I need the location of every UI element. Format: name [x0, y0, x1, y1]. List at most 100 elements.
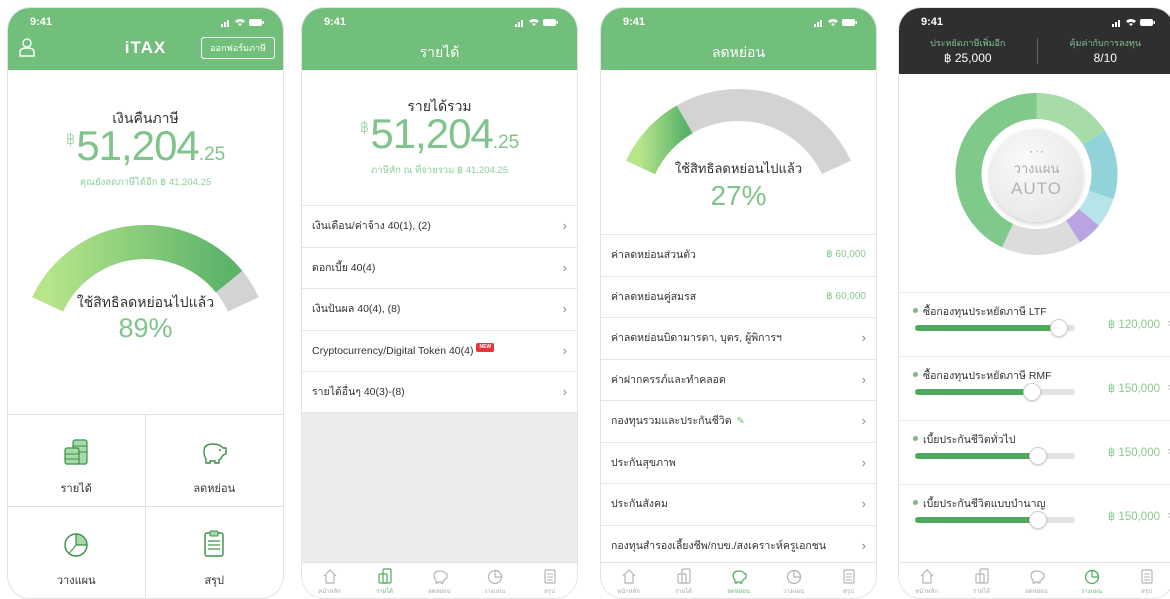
- deduction-item[interactable]: ค่าลดหย่อนส่วนตัว ฿ 60,000: [601, 234, 876, 276]
- slider-label: เบี้ยประกันชีวิตทั่วไป: [913, 431, 1016, 448]
- coins-icon: [974, 568, 989, 584]
- income-item-interest[interactable]: ดอกเบี้ย 40(4) ›: [302, 246, 577, 288]
- income-item-other[interactable]: รายได้อื่นๆ 40(3)-(8) ›: [302, 371, 577, 413]
- tab-clipboard[interactable]: สรุป: [522, 563, 577, 598]
- slider-handle[interactable]: [1029, 447, 1048, 465]
- slider-handle[interactable]: [1022, 383, 1041, 401]
- slider-track[interactable]: [915, 383, 1075, 401]
- chevron-right-icon: ›: [562, 301, 567, 316]
- planning-header: 9:41 ประหยัดภาษีเพิ่มอีก ฿ 25,000 คุ้มค่…: [899, 8, 1170, 74]
- plan-label: วางแผน: [1013, 161, 1060, 176]
- menu-summary[interactable]: สรุป: [146, 507, 284, 599]
- chevron-right-icon: ›: [562, 384, 567, 399]
- home-icon: [323, 569, 336, 584]
- menu-deduction[interactable]: ลดหย่อน: [145, 415, 283, 507]
- deduction-screen: 9:41 ลดหย่อน ใช้สิทธิลดหย่อนไปแล้ว 27% ค…: [601, 8, 876, 598]
- slider-handle[interactable]: [1050, 319, 1068, 337]
- tab-home[interactable]: หน้าหลัก: [899, 563, 954, 598]
- deduction-item[interactable]: กองทุนสำรองเลี้ยงชีพ/กบข./สงเคราะห์ครูเอ…: [601, 524, 876, 566]
- plan-slider-row: ซื้อกองทุนประหยัดภาษี LTF฿ 120,000›: [899, 292, 1170, 356]
- coins-icon: [64, 439, 88, 465]
- clipboard-icon: [204, 530, 224, 557]
- slider-label: เบี้ยประกันชีวิตแบบบำนาญ: [913, 495, 1045, 512]
- deduction-item-label: ค่าลดหย่อนคู่สมรส: [611, 290, 697, 303]
- home-icon: [920, 569, 933, 584]
- withholding-tax-note: ภาษีหัก ณ ที่จ่ายรวม ฿ 41,204.25: [371, 165, 508, 176]
- tab-bar: หน้าหลัก รายได้ ลดหย่อน วางแผน สรุป: [899, 562, 1170, 598]
- piggy-bank-icon: [731, 570, 747, 584]
- slider-fill: [915, 325, 1059, 331]
- investment-score-summary: คุ้มค่ากับการลงทุน 8/10: [1037, 36, 1170, 65]
- gauge-percentage: 27%: [710, 180, 767, 211]
- income-screen: 9:41 รายได้ รายได้รวม ฿51,204.25 ภาษีหัก…: [302, 8, 577, 598]
- tab-label: วางแผน: [782, 589, 805, 595]
- deduction-list: ค่าลดหย่อนส่วนตัว฿ 60,000 ค่าลดหย่อนคู่สม…: [601, 234, 876, 566]
- tab-home[interactable]: หน้าหลัก: [601, 563, 656, 598]
- menu-planning[interactable]: วางแผน: [8, 506, 146, 598]
- clipboard-icon: [1140, 569, 1153, 584]
- auto-label: AUTO: [1011, 179, 1062, 198]
- status-time: 9:41: [324, 16, 347, 28]
- page-title: รายได้: [419, 44, 460, 60]
- tab-label: สรุป: [1141, 589, 1152, 595]
- deduction-item[interactable]: ค่าลดหย่อนคู่สมรส ฿ 60,000: [601, 275, 876, 317]
- tab-home[interactable]: หน้าหลัก: [302, 563, 357, 598]
- deduction-item-label: ค่าลดหย่อนบิดามารดา, บุตร, ผู้พิการฯ: [611, 332, 782, 344]
- slider-value: ฿ 150,000: [1107, 383, 1160, 395]
- income-item-crypto[interactable]: Cryptocurrency/Digital Token 40(4) NEW ›: [302, 329, 577, 371]
- signal-wifi-battery-icon: [1112, 19, 1155, 27]
- slider-value: ฿ 120,000: [1107, 319, 1160, 331]
- income-item-dividend[interactable]: เงินปันผล 40(4), (8) ›: [302, 288, 577, 330]
- slider-track[interactable]: [915, 319, 1075, 337]
- tab-pie-chart[interactable]: วางแผน: [467, 563, 522, 598]
- slider-track[interactable]: [915, 511, 1075, 529]
- total-income-amount: ฿51,204.25: [359, 110, 520, 157]
- tab-coins[interactable]: รายได้: [357, 563, 412, 598]
- plan-slider-row: เบี้ยประกันชีวิตแบบบำนาญ฿ 150,000›: [899, 484, 1170, 548]
- pie-chart-icon: [786, 569, 801, 585]
- tax-savings-label: ประหยัดภาษีเพิ่มอีก: [930, 38, 1006, 48]
- tab-piggy-bank[interactable]: ลดหย่อน: [412, 563, 467, 598]
- tab-bar: หน้าหลัก รายได้ ลดหย่อน วางแผน สรุป: [302, 562, 577, 598]
- tab-piggy-bank[interactable]: ลดหย่อน: [711, 563, 766, 598]
- tab-pie-chart[interactable]: วางแผน: [1064, 563, 1119, 598]
- donut-segment-4: [1002, 220, 1080, 255]
- status-time: 9:41: [921, 16, 944, 28]
- deduction-item[interactable]: ประกันสุขภาพ ›: [601, 441, 876, 483]
- chevron-right-icon: ›: [861, 413, 866, 428]
- auto-plan-button[interactable]: ▪ ◔ ▪ วางแผน AUTO: [990, 129, 1083, 222]
- chevron-right-icon: ›: [562, 259, 567, 275]
- deduction-item-label: กองทุนรวมและประกันชีวิต: [611, 415, 732, 427]
- tab-label: วางแผน: [1080, 589, 1103, 595]
- income-item-salary[interactable]: เงินเดือน/ค่าจ้าง 40(1), (2) ›: [302, 205, 577, 247]
- deduction-amount: ฿ 60,000: [826, 249, 866, 260]
- deduction-item[interactable]: กองทุนรวมและประกันชีวิต ✎ ›: [601, 400, 876, 442]
- tax-savings-summary: ประหยัดภาษีเพิ่มอีก ฿ 25,000: [899, 36, 1037, 65]
- tab-coins[interactable]: รายได้: [656, 563, 711, 598]
- slider-fill: [915, 389, 1032, 395]
- tab-clipboard[interactable]: สรุป: [821, 563, 876, 598]
- edit-pencil-icon[interactable]: ✎: [737, 416, 745, 427]
- slider-track[interactable]: [915, 447, 1075, 465]
- deduction-item-label: ประกันสุขภาพ: [611, 456, 676, 469]
- tab-label: ลดหย่อน: [428, 589, 451, 595]
- slider-handle[interactable]: [1029, 511, 1048, 529]
- slider-fill: [915, 517, 1039, 523]
- tab-pie-chart[interactable]: วางแผน: [766, 563, 821, 598]
- tab-label: รายได้: [375, 589, 394, 595]
- tab-clipboard[interactable]: สรุป: [1119, 563, 1170, 598]
- home-screen: 9:41 iTAX ออกฟอร์มภาษี เงินคืนภาษี ฿51,2…: [8, 8, 283, 598]
- chevron-right-icon: ›: [861, 537, 866, 553]
- income-item-label: ดอกเบี้ย 40(4): [312, 261, 376, 274]
- slider-fill: [915, 453, 1039, 459]
- tab-piggy-bank[interactable]: ลดหย่อน: [1009, 563, 1064, 598]
- deduction-item[interactable]: ค่าฝากครรภ์และทำคลอด ›: [601, 358, 876, 400]
- gauge-label: ใช้สิทธิลดหย่อนไปแล้ว: [674, 161, 803, 176]
- deduction-item[interactable]: ค่าลดหย่อนบิดามารดา, บุตร, ผู้พิการฯ ›: [601, 317, 876, 359]
- status-bar: 9:41: [324, 16, 559, 30]
- chevron-right-icon: ›: [562, 342, 567, 358]
- deduction-item[interactable]: ประกันสังคม ›: [601, 483, 876, 525]
- tab-coins[interactable]: รายได้: [954, 563, 1009, 598]
- menu-income[interactable]: รายได้: [8, 415, 146, 507]
- slider-label: ซื้อกองทุนประหยัดภาษี RMF: [913, 367, 1052, 384]
